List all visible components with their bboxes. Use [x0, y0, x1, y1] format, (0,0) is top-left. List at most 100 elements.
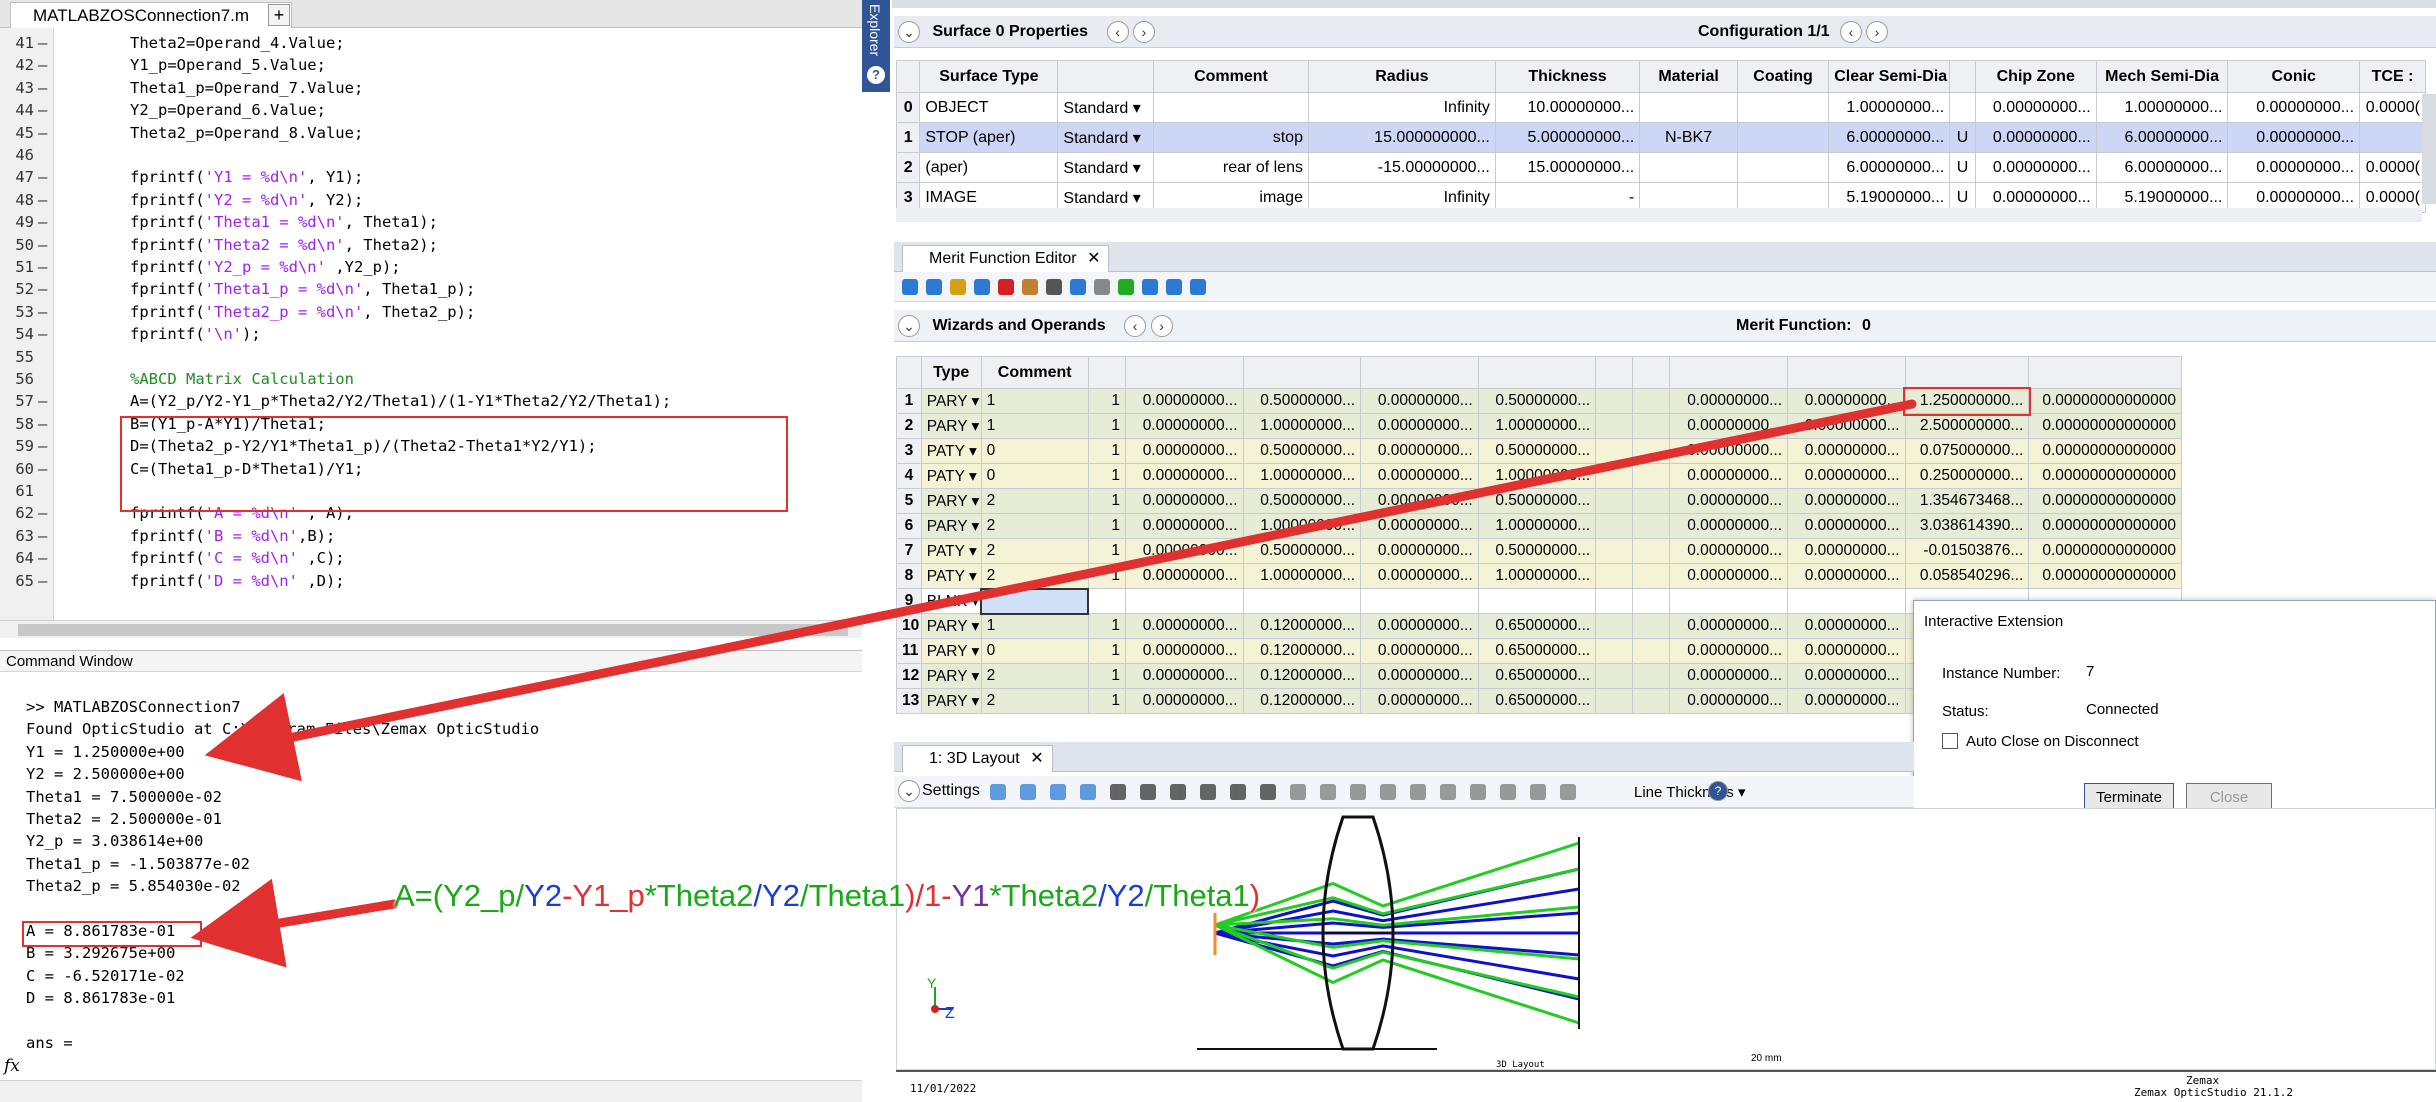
command-window[interactable]: >> MATLABZOSConnection7 Found OpticStudio… — [0, 672, 862, 1078]
breakpoint-marker[interactable]: – — [38, 99, 47, 121]
table-cell[interactable]: 0.00000000... — [1787, 638, 1906, 664]
table-cell[interactable]: 1 — [1087, 488, 1126, 514]
table-cell[interactable] — [1632, 488, 1671, 514]
breakpoint-marker[interactable]: – — [38, 435, 47, 457]
code-line[interactable]: 64– fprintf('C = %d\n' ,C); — [0, 547, 862, 569]
table-cell[interactable]: Standard ▾ — [1057, 92, 1154, 123]
table-cell[interactable] — [1595, 438, 1634, 464]
breakpoint-marker[interactable]: – — [38, 32, 47, 54]
dimension-icon[interactable] — [1260, 784, 1276, 800]
table-cell[interactable]: 0.12000000... — [1242, 688, 1362, 714]
table-cell[interactable]: 0.00000000... — [1787, 488, 1906, 514]
table-row[interactable]: 4 PATY ▾ 0 1 0.00000000... 1.00000000... 0.000… — [896, 463, 2182, 489]
table-cell[interactable] — [1632, 588, 1671, 614]
table-cell[interactable]: 0.00000000... — [1669, 388, 1788, 414]
table-cell[interactable]: 0.00000000... — [1124, 538, 1244, 564]
table-cell[interactable]: 0.50000000... — [1477, 388, 1597, 414]
table-cell[interactable]: 0.00000000... — [1669, 488, 1788, 514]
table-row[interactable]: 7 PATY ▾ 2 1 0.00000000... 0.50000000... 0.000… — [896, 538, 2182, 564]
code-line[interactable]: 57– A=(Y2_p/Y2-Y1_p*Theta2/Y2/Theta1)/(1-… — [0, 390, 862, 412]
table-cell[interactable]: 8 — [896, 563, 922, 589]
table-cell[interactable]: 1 — [1087, 513, 1126, 539]
fit-icon[interactable] — [1440, 784, 1456, 800]
table-cell[interactable]: -0.01503876... — [1904, 538, 2030, 564]
column-header[interactable]: Chip Zone — [1974, 60, 2097, 93]
column-header[interactable] — [1242, 356, 1362, 389]
column-header[interactable] — [1360, 356, 1479, 389]
tools-icon[interactable] — [1022, 279, 1038, 295]
line-icon[interactable] — [1200, 784, 1216, 800]
table-row[interactable]: 5 PARY ▾ 2 1 0.00000000... 0.50000000... 0.000… — [896, 488, 2182, 514]
code-line[interactable]: 48– fprintf('Y2 = %d\n', Y2); — [0, 189, 862, 211]
table-cell[interactable]: 2 — [896, 413, 922, 439]
table-cell[interactable]: 6.00000000... — [2095, 122, 2229, 153]
table-cell[interactable]: PATY ▾ — [920, 538, 982, 564]
column-header[interactable]: Type — [920, 356, 982, 389]
breakpoint-marker[interactable]: – — [38, 323, 47, 345]
table-cell[interactable]: 0.00000000000000 — [2028, 563, 2182, 589]
add-tab-button[interactable]: + — [268, 4, 290, 26]
table-cell[interactable]: 0.00000000... — [1669, 513, 1788, 539]
breakpoint-marker[interactable]: – — [38, 256, 47, 278]
code-line[interactable]: 65– fprintf('D = %d\n' ,D); — [0, 570, 862, 592]
breakpoint-marker[interactable]: – — [38, 211, 47, 233]
table-cell[interactable] — [1595, 463, 1634, 489]
table-cell[interactable] — [1242, 588, 1362, 614]
code-line[interactable]: 47– fprintf('Y1 = %d\n', Y1); — [0, 166, 862, 188]
column-header[interactable]: Material — [1639, 60, 1738, 93]
code-line[interactable]: 54– fprintf('\n'); — [0, 323, 862, 345]
table-cell[interactable]: PARY ▾ — [920, 688, 982, 714]
table-cell[interactable]: 0.00000000... — [1124, 688, 1244, 714]
table-cell[interactable]: 0.00000000... — [1360, 638, 1479, 664]
table-cell[interactable]: 0.0000( — [2359, 92, 2426, 123]
refresh-icon[interactable] — [902, 279, 918, 295]
table-cell[interactable]: 1 — [980, 388, 1089, 414]
table-cell[interactable] — [1632, 563, 1671, 589]
table-cell[interactable]: 1.250000000... — [1903, 386, 2031, 416]
table-cell[interactable] — [2359, 122, 2426, 153]
table-cell[interactable]: Standard ▾ — [1057, 122, 1154, 153]
table-cell[interactable]: 0.65000000... — [1477, 613, 1597, 639]
column-header[interactable]: Radius — [1307, 60, 1496, 93]
toggle-icon[interactable] — [1094, 279, 1110, 295]
table-cell[interactable]: 0.00000000... — [1974, 92, 2097, 123]
table-cell[interactable]: 0.50000000... — [1242, 538, 1362, 564]
table-cell[interactable]: 0.00000000... — [1124, 638, 1244, 664]
table-cell[interactable] — [1632, 663, 1671, 689]
table-cell[interactable]: BLNK ▾ — [920, 588, 982, 614]
help-icon[interactable]: ? — [867, 66, 885, 84]
table-cell[interactable]: U — [1949, 152, 1976, 183]
table-cell[interactable] — [1669, 588, 1788, 614]
table-cell[interactable]: 10 — [896, 613, 922, 639]
table-cell[interactable]: 0.00000000000000 — [2028, 388, 2182, 414]
chevron-down-icon[interactable]: ⌄ — [898, 780, 920, 802]
table-cell[interactable]: 15.000000000... — [1307, 122, 1496, 153]
table-cell[interactable]: 1 — [1087, 638, 1126, 664]
table-cell[interactable]: 0.50000000... — [1242, 388, 1362, 414]
table-cell[interactable]: 1.00000000... — [1477, 413, 1597, 439]
table-cell[interactable]: 0.00000000... — [1787, 688, 1906, 714]
table-cell[interactable]: 1 — [1087, 413, 1126, 439]
table-cell[interactable]: PARY ▾ — [920, 488, 982, 514]
table-cell[interactable]: 2.500000000... — [1904, 413, 2030, 439]
table-cell[interactable]: 2 — [980, 513, 1089, 539]
table-cell[interactable]: 0.00000000... — [1787, 513, 1906, 539]
table-cell[interactable] — [1632, 463, 1671, 489]
table-cell[interactable]: rear of lens — [1152, 152, 1309, 183]
table-cell[interactable]: 0.00000000... — [1360, 613, 1479, 639]
table-cell[interactable]: PARY ▾ — [920, 663, 982, 689]
table-cell[interactable]: PATY ▾ — [920, 438, 982, 464]
code-line[interactable]: 45– Theta2_p=Operand_8.Value; — [0, 122, 862, 144]
column-header[interactable] — [1057, 60, 1154, 93]
table-cell[interactable]: 0.00000000... — [1787, 613, 1906, 639]
table-cell[interactable]: 0.50000000... — [1242, 488, 1362, 514]
table-cell[interactable]: 0.00000000... — [1124, 413, 1244, 439]
table-cell[interactable]: 0.00000000... — [1124, 513, 1244, 539]
table-row[interactable]: 2 PARY ▾ 1 1 0.00000000... 1.00000000... 0.000… — [896, 413, 2182, 439]
table-cell[interactable]: 0.12000000... — [1242, 663, 1362, 689]
table-cell[interactable] — [980, 587, 1090, 615]
next-config-button[interactable]: › — [1866, 21, 1888, 43]
close-icon[interactable]: ✕ — [1087, 250, 1100, 267]
table-cell[interactable]: 1.00000000... — [1828, 92, 1951, 123]
code-line[interactable]: 41– Theta2=Operand_4.Value; — [0, 32, 862, 54]
